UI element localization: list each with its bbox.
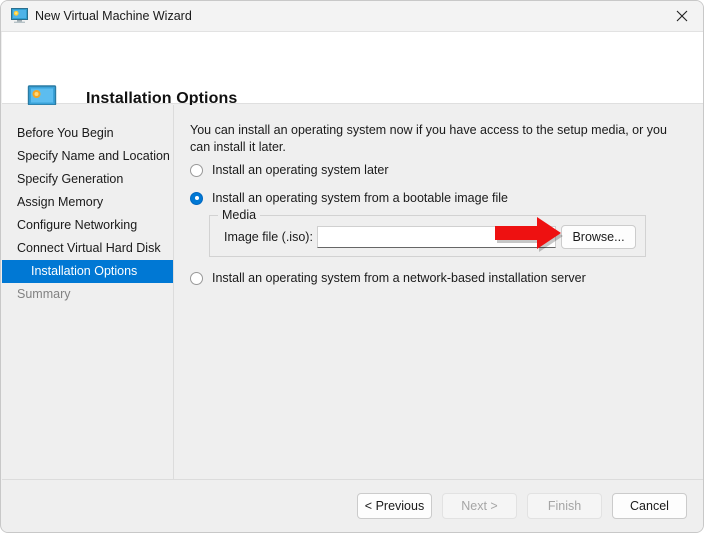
media-group-box: Media Image file (.iso): Browse... (209, 208, 646, 257)
image-file-label: Image file (.iso): (224, 230, 313, 244)
radio-mark-icon[interactable] (190, 163, 203, 177)
radio-install-later-label: Install an operating system later (212, 163, 389, 177)
finish-button: Finish (527, 493, 602, 519)
media-group-label: Media (218, 208, 261, 222)
vm-monitor-icon (11, 8, 28, 24)
window-title: New Virtual Machine Wizard (35, 9, 192, 23)
browse-button[interactable]: Browse... (561, 225, 636, 249)
new-virtual-machine-wizard-window: New Virtual Machine Wizard Installation … (0, 0, 704, 533)
sidebar-item-assign-memory[interactable]: Assign Memory (2, 191, 173, 214)
radio-install-from-image[interactable]: Install an operating system from a boota… (190, 191, 508, 205)
radio-install-from-network-label: Install an operating system from a netwo… (212, 271, 586, 285)
sidebar-item-specify-generation[interactable]: Specify Generation (2, 168, 173, 191)
sidebar-item-summary: Summary (17, 287, 71, 301)
close-icon[interactable] (659, 1, 703, 31)
radio-install-later[interactable]: Install an operating system later (190, 163, 388, 177)
image-file-input[interactable] (317, 226, 556, 248)
intro-text: You can install an operating system now … (190, 123, 667, 154)
cancel-button[interactable]: Cancel (612, 493, 687, 519)
title-bar: New Virtual Machine Wizard (1, 1, 703, 32)
sidebar-item-installation-options[interactable]: Installation Options (2, 260, 173, 283)
footer-button-group: < Previous Next > Finish Cancel (357, 493, 687, 519)
radio-install-from-image-label: Install an operating system from a boota… (212, 191, 508, 205)
wizard-steps-sidebar: Before You Begin Specify Name and Locati… (2, 105, 174, 479)
sidebar-item-specify-name-and-location[interactable]: Specify Name and Location (2, 145, 173, 168)
sidebar-item-connect-virtual-hard-disk[interactable]: Connect Virtual Hard Disk (2, 237, 173, 260)
sidebar-item-before-you-begin[interactable]: Before You Begin (2, 122, 173, 145)
page-header: Installation Options (2, 32, 703, 110)
radio-mark-icon[interactable] (190, 191, 203, 205)
wizard-footer: < Previous Next > Finish Cancel (2, 479, 703, 532)
radio-mark-icon[interactable] (190, 271, 203, 285)
next-button: Next > (442, 493, 517, 519)
installation-options-panel: You can install an operating system now … (174, 105, 703, 479)
sidebar-item-configure-networking[interactable]: Configure Networking (2, 214, 173, 237)
previous-button[interactable]: < Previous (357, 493, 432, 519)
radio-install-from-network[interactable]: Install an operating system from a netwo… (190, 271, 586, 285)
